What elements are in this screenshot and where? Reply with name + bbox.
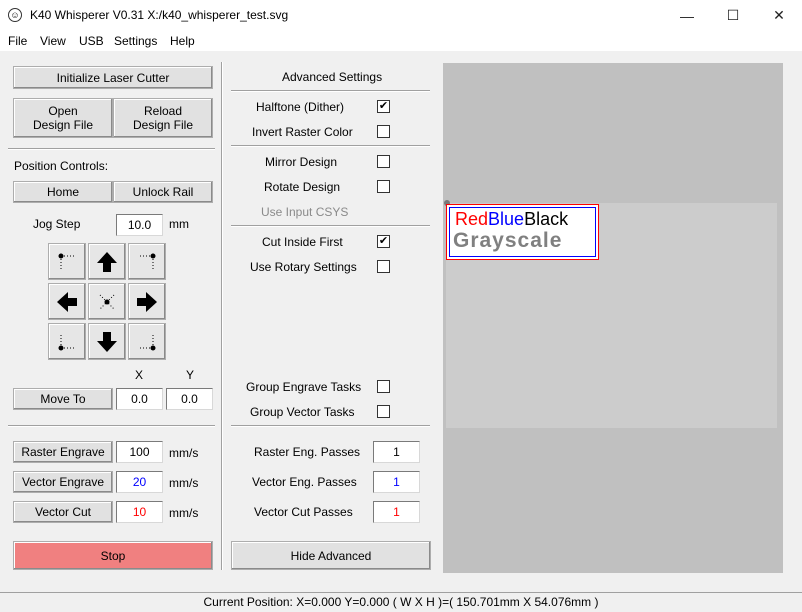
corner-up-right-icon xyxy=(139,253,156,270)
jog-center-button[interactable] xyxy=(88,283,126,320)
status-bar: Current Position: X=0.000 Y=0.000 ( W X … xyxy=(0,592,802,612)
group-vector-label: Group Vector Tasks xyxy=(250,405,355,419)
open-design-button[interactable]: Open Design File xyxy=(13,98,113,138)
design-text-top: RedBlueBlack xyxy=(455,209,568,229)
mirror-design-label: Mirror Design xyxy=(265,155,338,169)
design-outline-red: RedBlueBlack Grayscale xyxy=(446,204,599,260)
vector-eng-passes-label: Vector Eng. Passes xyxy=(252,475,357,489)
divider xyxy=(231,225,430,227)
group-engrave-checkbox[interactable] xyxy=(377,380,390,393)
move-to-button[interactable]: Move To xyxy=(13,388,113,410)
jog-left-button[interactable] xyxy=(48,283,86,320)
group-vector-checkbox[interactable] xyxy=(377,405,390,418)
cut-inside-first-checkbox[interactable]: ✔ xyxy=(377,235,390,248)
y-header: Y xyxy=(186,368,195,382)
rotary-settings-label: Use Rotary Settings xyxy=(250,260,357,274)
advanced-settings-heading: Advanced Settings xyxy=(282,70,383,84)
maximize-icon: ☐ xyxy=(726,7,740,23)
move-y-input[interactable]: 0.0 xyxy=(166,388,213,410)
jog-up-right-button[interactable] xyxy=(128,243,166,280)
vector-cut-passes-label: Vector Cut Passes xyxy=(254,505,353,519)
design-text-black: Black xyxy=(524,209,569,229)
raster-passes-label: Raster Eng. Passes xyxy=(254,445,361,459)
jog-down-button[interactable] xyxy=(88,323,126,360)
home-button[interactable]: Home xyxy=(13,181,113,203)
arrow-down-icon xyxy=(97,331,117,352)
jog-step-unit: mm xyxy=(169,217,189,231)
jog-step-label: Jog Step xyxy=(33,217,81,231)
close-button[interactable]: ✕ xyxy=(756,0,802,31)
position-controls-label: Position Controls: xyxy=(14,159,109,173)
minimize-button[interactable]: — xyxy=(664,0,710,31)
design-text-red: Red xyxy=(455,209,489,229)
design-text-grayscale: Grayscale xyxy=(453,229,563,252)
divider xyxy=(8,148,215,150)
input-csys-label: Use Input CSYS xyxy=(261,205,349,219)
vector-cut-passes-input[interactable]: 1 xyxy=(373,501,420,523)
raster-engrave-button[interactable]: Raster Engrave xyxy=(13,441,113,463)
jog-right-button[interactable] xyxy=(128,283,166,320)
divider xyxy=(231,425,430,427)
stop-button[interactable]: Stop xyxy=(13,541,213,570)
invert-raster-label: Invert Raster Color xyxy=(252,125,353,139)
unlock-rail-button[interactable]: Unlock Rail xyxy=(113,181,213,203)
arrow-up-icon xyxy=(97,251,117,272)
halftone-label: Halftone (Dither) xyxy=(256,100,345,114)
cut-inside-first-label: Cut Inside First xyxy=(262,235,343,249)
vector-cut-button[interactable]: Vector Cut xyxy=(13,501,113,523)
move-x-input[interactable]: 0.0 xyxy=(116,388,163,410)
panel-divider xyxy=(221,62,223,570)
corner-down-left-icon xyxy=(58,333,75,350)
invert-raster-checkbox[interactable] xyxy=(377,125,390,138)
raster-speed-input[interactable]: 100 xyxy=(116,441,163,463)
menu-file[interactable]: File xyxy=(8,34,27,48)
menu-usb[interactable]: USB xyxy=(79,34,104,48)
arrow-right-icon xyxy=(137,291,157,312)
corner-down-right-icon xyxy=(139,333,156,350)
jog-up-left-button[interactable] xyxy=(48,243,86,280)
vector-engrave-button[interactable]: Vector Engrave xyxy=(13,471,113,493)
center-icon xyxy=(99,294,115,309)
design-canvas[interactable]: RedBlueBlack Grayscale xyxy=(443,63,783,573)
group-engrave-label: Group Engrave Tasks xyxy=(246,380,362,394)
halftone-checkbox[interactable]: ✔ xyxy=(377,100,390,113)
app-icon: ☺ xyxy=(8,8,22,22)
menu-view[interactable]: View xyxy=(40,34,66,48)
hide-advanced-button[interactable]: Hide Advanced xyxy=(231,541,431,570)
menu-settings[interactable]: Settings xyxy=(114,34,157,48)
menu-help[interactable]: Help xyxy=(170,34,195,48)
jog-down-right-button[interactable] xyxy=(128,323,166,360)
rotate-design-checkbox[interactable] xyxy=(377,180,390,193)
x-header: X xyxy=(135,368,144,382)
design-text-blue: Blue xyxy=(488,209,525,229)
maximize-button[interactable]: ☐ xyxy=(710,0,756,31)
reload-design-button[interactable]: Reload Design File xyxy=(113,98,213,138)
title-bar: ☺ K40 Whisperer V0.31 X:/k40_whisperer_t… xyxy=(0,0,802,31)
jog-down-left-button[interactable] xyxy=(48,323,86,360)
corner-up-left-icon xyxy=(58,253,75,270)
window-title: K40 Whisperer V0.31 X:/k40_whisperer_tes… xyxy=(30,8,289,22)
jog-step-input[interactable]: 10.0 xyxy=(116,214,163,236)
raster-passes-input[interactable]: 1 xyxy=(373,441,420,463)
rotary-settings-checkbox[interactable] xyxy=(377,260,390,273)
close-icon: ✕ xyxy=(773,7,785,23)
vector-engrave-speed-input[interactable]: 20 xyxy=(116,471,163,493)
initialize-laser-button[interactable]: Initialize Laser Cutter xyxy=(13,66,213,89)
mirror-design-checkbox[interactable] xyxy=(377,155,390,168)
minimize-icon: — xyxy=(680,7,694,24)
divider xyxy=(8,425,215,427)
vector-cut-speed-unit: mm/s xyxy=(169,506,199,520)
rotate-design-label: Rotate Design xyxy=(264,180,341,194)
jog-pad xyxy=(48,243,168,363)
vector-eng-passes-input[interactable]: 1 xyxy=(373,471,420,493)
vector-cut-speed-input[interactable]: 10 xyxy=(116,501,163,523)
divider xyxy=(231,145,430,147)
arrow-left-icon xyxy=(57,291,77,312)
divider xyxy=(231,90,430,92)
jog-up-button[interactable] xyxy=(88,243,126,280)
menu-bar: File View USB Settings Help xyxy=(0,31,802,51)
vector-engrave-speed-unit: mm/s xyxy=(169,476,199,490)
raster-speed-unit: mm/s xyxy=(169,446,199,460)
